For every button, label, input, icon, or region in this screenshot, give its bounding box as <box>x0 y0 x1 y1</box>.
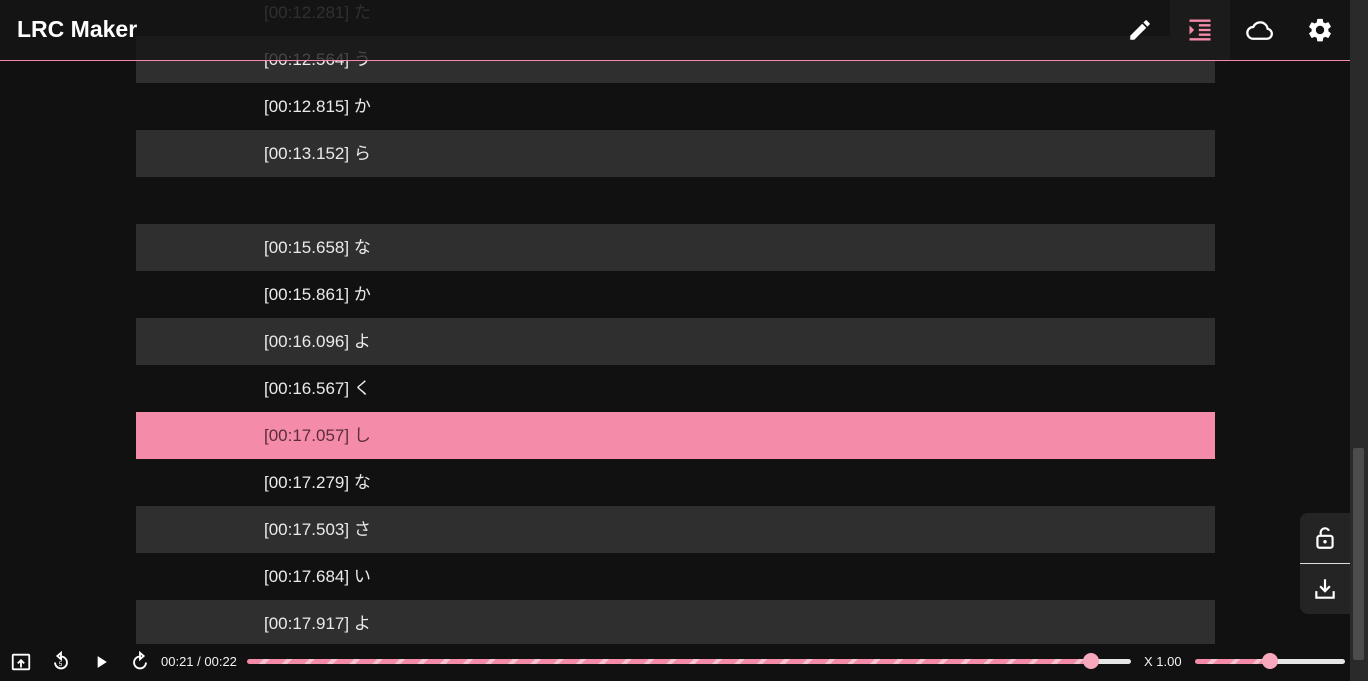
audio-player: 5 00:21 / 00:22 X 1.00 <box>0 644 1350 681</box>
lyric-line-text: [00:13.152] ら <box>264 130 371 177</box>
lyric-text: く <box>353 379 371 398</box>
lock-toggle-button[interactable] <box>1300 513 1350 563</box>
volume-knob[interactable] <box>1262 653 1278 669</box>
upload-box-icon <box>11 653 31 671</box>
lyric-line[interactable]: [00:15.658] な <box>136 224 1215 271</box>
lyric-line-text: [00:17.503] さ <box>264 506 371 553</box>
lyric-line[interactable]: [00:13.152] ら <box>136 130 1215 177</box>
replay-5-button[interactable]: 5 <box>47 648 75 676</box>
lyric-line[interactable]: [00:15.861] か <box>136 271 1215 318</box>
lyric-line-text: [00:12.815] か <box>264 83 371 130</box>
volume-track[interactable] <box>1195 659 1270 664</box>
lyric-line-text: [00:16.567] く <box>264 365 371 412</box>
play-icon <box>97 656 107 668</box>
lyric-text: か <box>353 285 371 304</box>
lyric-text: ら <box>353 144 371 163</box>
lyric-text: な <box>353 473 371 492</box>
lyric-timestamp: [00:17.684] <box>264 567 350 586</box>
download-button[interactable] <box>1300 564 1350 614</box>
lyric-text: よ <box>353 614 371 633</box>
lyric-text: よ <box>353 332 371 351</box>
lyric-line-text: [00:17.917] よ <box>264 600 371 647</box>
lyric-line[interactable]: [00:17.503] さ <box>136 506 1215 553</box>
progress-knob[interactable] <box>1083 653 1099 669</box>
lyric-text: な <box>353 238 371 257</box>
lyric-timestamp: [00:16.567] <box>264 379 350 398</box>
lyric-timestamp: [00:15.861] <box>264 285 350 304</box>
lyrics-list: [00:12.281] た[00:12.564] う[00:12.815] か[… <box>136 0 1215 647</box>
replay-5-icon: 5 <box>54 651 68 670</box>
lyric-line-text: [00:15.658] な <box>264 224 371 271</box>
lyric-text: い <box>353 567 371 586</box>
cloud-icon <box>1246 21 1273 40</box>
lyric-line-text: [00:15.861] か <box>264 271 371 318</box>
lyric-timestamp: [00:13.152] <box>264 144 350 163</box>
vertical-scrollbar[interactable] <box>1350 0 1368 681</box>
gear-icon <box>1309 18 1331 42</box>
load-audio-button[interactable] <box>7 648 35 676</box>
lyric-line[interactable]: [00:12.815] か <box>136 83 1215 130</box>
lyric-text: し <box>353 426 371 445</box>
download-icon <box>1315 579 1335 599</box>
lyric-line[interactable]: [00:17.917] よ <box>136 600 1215 647</box>
app-header: LRC Maker <box>0 0 1350 61</box>
forward-5-button[interactable] <box>126 648 154 676</box>
app-title: LRC Maker <box>17 16 138 42</box>
lyric-timestamp: [00:15.658] <box>264 238 350 257</box>
lyric-text: か <box>353 97 371 116</box>
lyric-timestamp: [00:17.917] <box>264 614 350 633</box>
lyric-line[interactable] <box>136 177 1215 224</box>
lyric-line-text: [00:17.279] な <box>264 459 371 506</box>
lyric-line-text: [00:17.057] し <box>264 412 371 459</box>
svg-text:5: 5 <box>59 661 63 668</box>
progress-track[interactable] <box>247 659 1091 664</box>
lyric-timestamp: [00:16.096] <box>264 332 350 351</box>
lyric-line[interactable]: [00:16.096] よ <box>136 318 1215 365</box>
time-display: 00:21 / 00:22 <box>161 654 237 669</box>
volume-remaining[interactable] <box>1270 659 1345 664</box>
settings-button[interactable] <box>1290 0 1350 60</box>
synchronizer-button[interactable] <box>1170 0 1230 60</box>
forward-5-icon <box>133 651 147 670</box>
lyric-line[interactable]: [00:16.567] く <box>136 365 1215 412</box>
lyric-line-text: [00:16.096] よ <box>264 318 371 365</box>
lyric-timestamp: [00:17.057] <box>264 426 350 445</box>
playback-rate-label[interactable]: X 1.00 <box>1144 654 1182 669</box>
play-button[interactable] <box>87 648 115 676</box>
lyric-text: さ <box>353 520 371 539</box>
lock-open-icon <box>1316 527 1334 549</box>
lyric-line[interactable]: [00:17.279] な <box>136 459 1215 506</box>
side-action-panel <box>1300 513 1350 614</box>
edit-button[interactable] <box>1110 0 1170 60</box>
lyric-timestamp: [00:17.279] <box>264 473 350 492</box>
lyric-line-current[interactable]: [00:17.057] し <box>136 412 1215 459</box>
format-indent-icon <box>1189 19 1211 41</box>
lyric-timestamp: [00:17.503] <box>264 520 350 539</box>
cloud-button[interactable] <box>1230 0 1290 60</box>
lyric-timestamp: [00:12.815] <box>264 97 350 116</box>
scrollbar-thumb[interactable] <box>1353 448 1364 660</box>
lyric-line[interactable]: [00:17.684] い <box>136 553 1215 600</box>
pencil-icon <box>1130 20 1150 40</box>
lyric-line-text: [00:17.684] い <box>264 553 371 600</box>
